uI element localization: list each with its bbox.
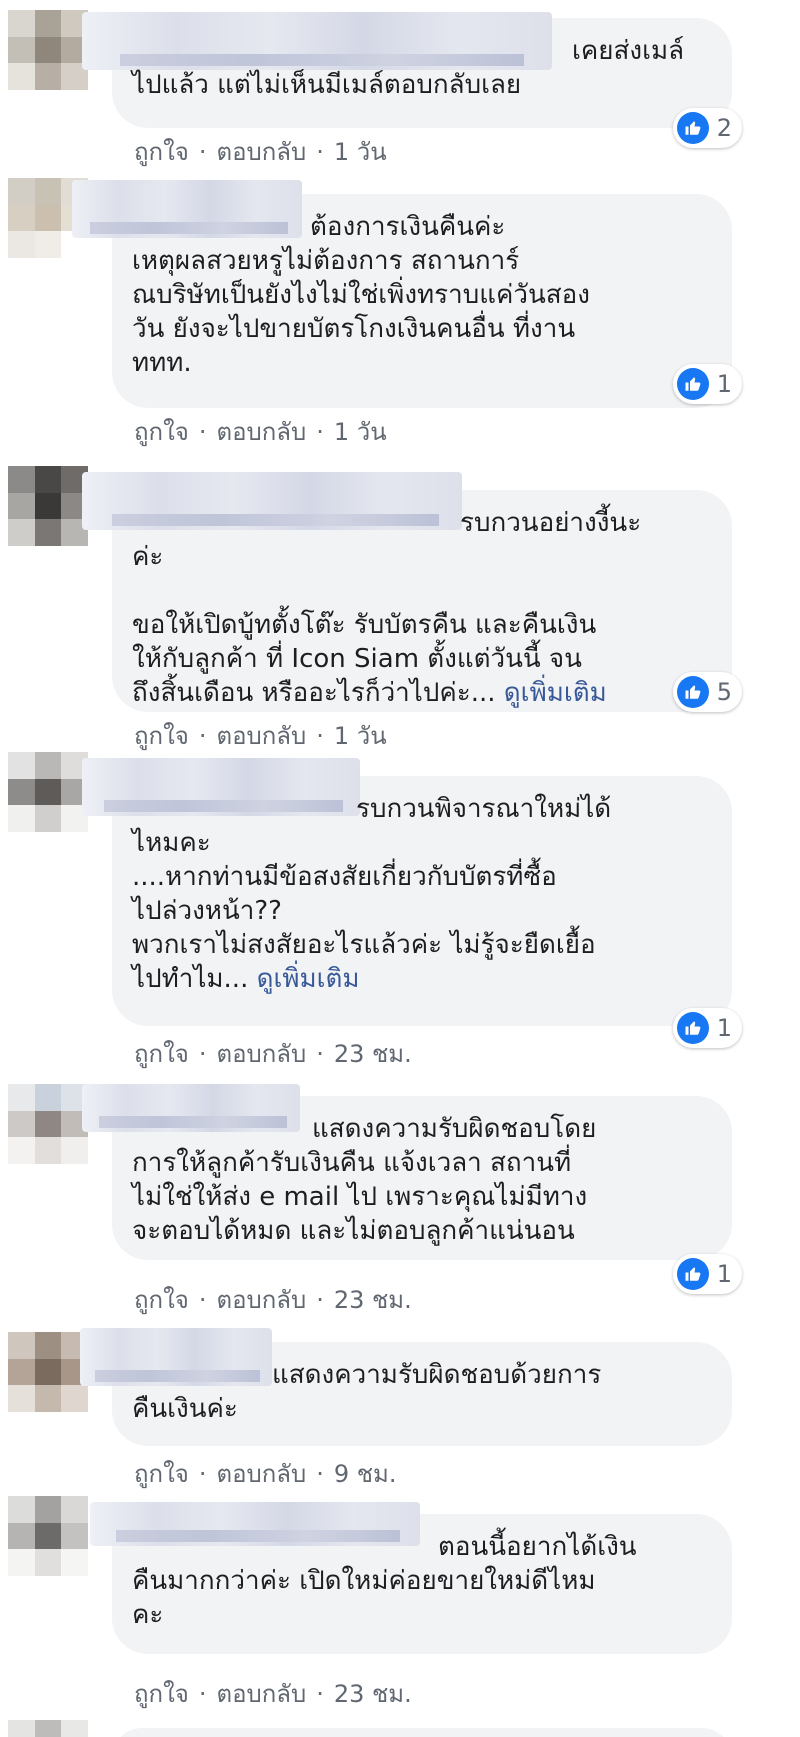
comment-bubble: แสดงความรับผิดชอบโดย การให้ลูกค้ารับเงิน… — [82, 1084, 742, 1294]
reaction-badge[interactable]: 1 — [672, 364, 742, 404]
like-reaction-icon — [676, 112, 709, 144]
reaction-count: 1 — [716, 1260, 732, 1288]
reaction-count: 1 — [716, 1014, 732, 1042]
avatar[interactable] — [8, 1084, 88, 1164]
see-more-link[interactable]: ดูเพิ่มเติม — [257, 964, 360, 994]
reaction-count: 5 — [716, 678, 732, 706]
separator: · — [316, 417, 324, 446]
like-link[interactable]: ถูกใจ — [134, 412, 189, 451]
like-link[interactable]: ถูกใจ — [134, 1674, 189, 1713]
reply-link[interactable]: ตอบกลับ — [216, 1280, 306, 1319]
separator: · — [198, 1285, 207, 1314]
like-reaction-icon — [676, 1258, 709, 1290]
comment-bubble: ต้องการเงินคืนค่ะ เหตุผลสวยหรูไม่ต้องการ… — [72, 180, 742, 408]
see-more-link[interactable]: ดูเพิ่มเติม — [504, 678, 607, 708]
like-reaction-icon — [676, 368, 709, 400]
comment-rest: ไหมคะ ....หากท่านมีข้อสงสัยเกี่ยวกับบัตร… — [132, 828, 596, 994]
comment-time[interactable]: 1 วัน — [334, 412, 387, 451]
comment-first-line: รบกวนอย่างงี้นะ — [460, 508, 642, 538]
comment-time[interactable]: 1 วัน — [334, 716, 387, 755]
reaction-count: 2 — [716, 114, 732, 142]
comment-bubble: แสดงความรับผิดชอบด้วยการ คืนเงินค่ะ — [80, 1328, 732, 1446]
separator: · — [316, 721, 324, 750]
comment-bubble — [112, 1728, 732, 1737]
comment-first-line: ต้องการเงินคืนค่ะ — [310, 212, 506, 242]
comment-rest: คืนเงินค่ะ — [132, 1394, 238, 1424]
separator: · — [198, 1039, 207, 1068]
separator: · — [198, 137, 207, 166]
avatar[interactable] — [8, 752, 88, 832]
comment-bubble: รบกวนอย่างงี้นะ ค่ะ ขอให้เปิดบู้ทตั้งโต๊… — [82, 472, 742, 712]
like-link[interactable]: ถูกใจ — [134, 1280, 189, 1319]
separator: · — [316, 1459, 324, 1488]
reply-link[interactable]: ตอบกลับ — [216, 1674, 306, 1713]
reaction-badge[interactable]: 1 — [672, 1254, 742, 1294]
separator: · — [316, 1679, 324, 1708]
reaction-badge[interactable]: 5 — [672, 672, 742, 712]
comment-partial — [0, 1716, 800, 1737]
comment-actions: ถูกใจ · ตอบกลับ · 23 ชม. — [134, 1674, 412, 1713]
comment-actions: ถูกใจ · ตอบกลับ · 23 ชม. — [134, 1034, 412, 1073]
comment-text: รบกวนอย่างงี้นะ ค่ะ ขอให้เปิดบู้ทตั้งโต๊… — [132, 506, 712, 710]
like-link[interactable]: ถูกใจ — [134, 132, 189, 171]
comment-text: ต้องการเงินคืนค่ะ เหตุผลสวยหรูไม่ต้องการ… — [132, 210, 712, 380]
avatar[interactable] — [8, 466, 88, 546]
comment-text: ตอนนี้อยากได้เงิน คืนมากกว่าค่ะ เปิดใหม่… — [132, 1530, 712, 1632]
comment-actions: ถูกใจ · ตอบกลับ · 23 ชม. — [134, 1280, 412, 1319]
comment-bubble: ตอนนี้อยากได้เงิน คืนมากกว่าค่ะ เปิดใหม่… — [90, 1502, 732, 1654]
comment-rest: เหตุผลสวยหรูไม่ต้องการ สถานการ์ ณบริษัทเ… — [132, 246, 590, 378]
separator: · — [198, 1679, 207, 1708]
separator: · — [198, 1459, 207, 1488]
reply-link[interactable]: ตอบกลับ — [216, 716, 306, 755]
comment-time[interactable]: 23 ชม. — [334, 1280, 412, 1319]
like-link[interactable]: ถูกใจ — [134, 1034, 189, 1073]
comment-first-line: เคยส่งเมล์ — [572, 36, 685, 66]
reply-link[interactable]: ตอบกลับ — [216, 132, 306, 171]
avatar[interactable] — [8, 1720, 88, 1737]
comment-text: แสดงความรับผิดชอบโดย การให้ลูกค้ารับเงิน… — [132, 1112, 712, 1248]
reaction-badge[interactable]: 1 — [672, 1008, 742, 1048]
comment-time[interactable]: 23 ชม. — [334, 1674, 412, 1713]
comment-bubble: รบกวนพิจารณาใหม่ได้ ไหมคะ ....หากท่านมีข… — [82, 758, 742, 1048]
comment-rest: ไปแล้ว แต่ไม่เห็นมีเมล์ตอบกลับเลย — [132, 70, 522, 100]
comment-text: แสดงความรับผิดชอบด้วยการ คืนเงินค่ะ — [132, 1358, 712, 1426]
avatar[interactable] — [8, 1496, 88, 1576]
like-reaction-icon — [676, 1012, 709, 1044]
separator: · — [198, 417, 207, 446]
comment-bubble: เคยส่งเมล์ ไปแล้ว แต่ไม่เห็นมีเมล์ตอบกลั… — [82, 12, 742, 148]
comment-actions: ถูกใจ · ตอบกลับ · 1 วัน — [134, 132, 387, 171]
comment-text: รบกวนพิจารณาใหม่ได้ ไหมคะ ....หากท่านมีข… — [132, 792, 712, 996]
like-link[interactable]: ถูกใจ — [134, 1454, 189, 1493]
reaction-badge[interactable]: 2 — [672, 108, 742, 148]
reply-link[interactable]: ตอบกลับ — [216, 1454, 306, 1493]
comment-rest: การให้ลูกค้ารับเงินคืน แจ้งเวลา สถานที่ … — [132, 1148, 588, 1246]
like-reaction-icon — [676, 676, 709, 708]
comment-actions: ถูกใจ · ตอบกลับ · 9 ชม. — [134, 1454, 396, 1493]
comment-first-line: แสดงความรับผิดชอบด้วยการ — [272, 1360, 602, 1390]
like-link[interactable]: ถูกใจ — [134, 716, 189, 755]
separator: · — [316, 1039, 324, 1068]
separator: · — [198, 721, 207, 750]
reaction-count: 1 — [716, 370, 732, 398]
comment-time[interactable]: 23 ชม. — [334, 1034, 412, 1073]
reply-link[interactable]: ตอบกลับ — [216, 412, 306, 451]
comment-actions: ถูกใจ · ตอบกลับ · 1 วัน — [134, 716, 387, 755]
comment-first-line: ตอนนี้อยากได้เงิน — [438, 1532, 637, 1562]
comment-first-line: รบกวนพิจารณาใหม่ได้ — [356, 794, 612, 824]
avatar[interactable] — [8, 10, 88, 90]
comment-time[interactable]: 9 ชม. — [334, 1454, 397, 1493]
avatar[interactable] — [8, 1332, 88, 1412]
reply-link[interactable]: ตอบกลับ — [216, 1034, 306, 1073]
comment-time[interactable]: 1 วัน — [334, 132, 387, 171]
comment-rest: คืนมากกว่าค่ะ เปิดใหม่ค่อยขายใหม่ดีไหม ค… — [132, 1566, 596, 1630]
separator: · — [316, 137, 324, 166]
comment-text: เคยส่งเมล์ ไปแล้ว แต่ไม่เห็นมีเมล์ตอบกลั… — [132, 34, 712, 102]
separator: · — [316, 1285, 324, 1314]
comment-actions: ถูกใจ · ตอบกลับ · 1 วัน — [134, 412, 387, 451]
comment-first-line: แสดงความรับผิดชอบโดย — [312, 1114, 597, 1144]
